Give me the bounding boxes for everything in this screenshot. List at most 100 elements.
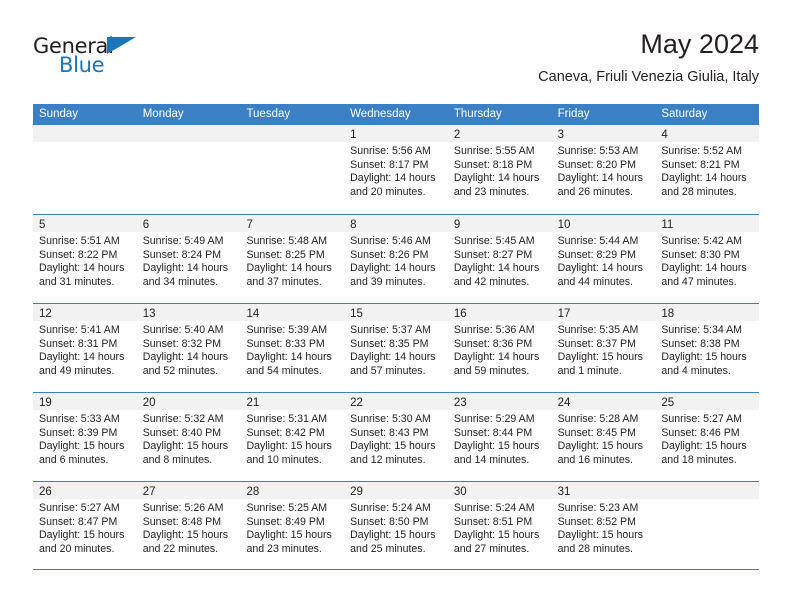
day-cell[interactable]: 28 Sunrise: 5:25 AM Sunset: 8:49 PM Dayl… xyxy=(240,482,345,569)
day-cell[interactable]: 31 Sunrise: 5:23 AM Sunset: 8:52 PM Dayl… xyxy=(551,482,656,569)
day-number: 10 xyxy=(557,219,571,231)
day-cell[interactable]: 14 Sunrise: 5:39 AM Sunset: 8:33 PM Dayl… xyxy=(240,304,345,392)
sunrise-text: Sunrise: 5:27 AM xyxy=(39,502,120,514)
day-cell[interactable]: 3 Sunrise: 5:53 AM Sunset: 8:20 PM Dayli… xyxy=(551,125,656,214)
sunset-text: Sunset: 8:29 PM xyxy=(557,248,636,261)
day-cell[interactable]: 24 Sunrise: 5:28 AM Sunset: 8:45 PM Dayl… xyxy=(551,393,656,481)
day-cell[interactable]: 6 Sunrise: 5:49 AM Sunset: 8:24 PM Dayli… xyxy=(136,215,241,303)
day-number-band: 30 xyxy=(447,482,552,499)
day-number-band: 19 xyxy=(33,393,137,410)
day-cell[interactable]: 17 Sunrise: 5:35 AM Sunset: 8:37 PM Dayl… xyxy=(551,304,656,392)
day-cell[interactable]: 25 Sunrise: 5:27 AM Sunset: 8:46 PM Dayl… xyxy=(655,393,760,481)
sunset-text: Sunset: 8:39 PM xyxy=(39,426,118,439)
day-number: 16 xyxy=(453,308,467,320)
day-cell[interactable]: 8 Sunrise: 5:46 AM Sunset: 8:26 PM Dayli… xyxy=(344,215,448,303)
sunset-text: Sunset: 8:32 PM xyxy=(142,337,222,350)
day-number-band: 1 xyxy=(344,125,448,142)
page-header: General Blue May 2024 Caneva, Friuli Ven… xyxy=(33,28,759,96)
day-number: 27 xyxy=(142,486,156,498)
day-number: 5 xyxy=(39,219,46,231)
day-details: Sunrise: 5:40 AM Sunset: 8:32 PM Dayligh… xyxy=(137,321,241,378)
sunset-text: Sunset: 8:24 PM xyxy=(142,248,222,261)
day-cell[interactable]: 10 Sunrise: 5:44 AM Sunset: 8:29 PM Dayl… xyxy=(551,215,656,303)
day-details: Sunrise: 5:56 AM Sunset: 8:17 PM Dayligh… xyxy=(344,142,448,199)
daylight-text-line1: Daylight: 14 hours xyxy=(142,262,229,275)
day-cell[interactable]: 7 Sunrise: 5:48 AM Sunset: 8:25 PM Dayli… xyxy=(240,215,345,303)
day-number: 29 xyxy=(350,486,363,498)
day-number-band: 25 xyxy=(655,393,760,410)
day-cell[interactable]: 23 Sunrise: 5:29 AM Sunset: 8:44 PM Dayl… xyxy=(447,393,552,481)
day-cell[interactable]: 21 Sunrise: 5:31 AM Sunset: 8:42 PM Dayl… xyxy=(240,393,345,481)
day-number-band: 20 xyxy=(136,393,241,410)
day-details xyxy=(240,142,344,145)
day-cell[interactable]: 18 Sunrise: 5:34 AM Sunset: 8:38 PM Dayl… xyxy=(655,304,760,392)
daylight-text-line2: and 31 minutes. xyxy=(39,275,115,288)
day-cell[interactable]: 29 Sunrise: 5:24 AM Sunset: 8:50 PM Dayl… xyxy=(344,482,448,569)
daylight-text-line1: Daylight: 15 hours xyxy=(453,529,540,542)
daylight-text-line2: and 1 minute. xyxy=(557,364,622,377)
daylight-text-line2: and 20 minutes. xyxy=(350,185,426,198)
day-cell[interactable] xyxy=(33,125,137,214)
sunrise-text: Sunrise: 5:25 AM xyxy=(246,502,328,514)
weekday-header-friday: Friday xyxy=(557,108,590,120)
sunrise-text: Sunrise: 5:27 AM xyxy=(661,413,742,425)
day-cell[interactable]: 2 Sunrise: 5:55 AM Sunset: 8:18 PM Dayli… xyxy=(447,125,552,214)
day-number-band xyxy=(33,125,137,142)
sunrise-text: Sunrise: 5:49 AM xyxy=(142,235,224,247)
day-cell[interactable]: 20 Sunrise: 5:32 AM Sunset: 8:40 PM Dayl… xyxy=(136,393,241,481)
sunrise-text: Sunrise: 5:30 AM xyxy=(350,413,431,425)
day-number-band: 10 xyxy=(551,215,656,232)
sunrise-text: Sunrise: 5:24 AM xyxy=(350,502,431,514)
sunrise-text: Sunrise: 5:29 AM xyxy=(453,413,535,425)
day-cell[interactable] xyxy=(136,125,241,214)
day-number: 3 xyxy=(557,129,564,141)
day-number-band: 8 xyxy=(344,215,448,232)
day-details: Sunrise: 5:30 AM Sunset: 8:43 PM Dayligh… xyxy=(344,410,448,467)
day-cell[interactable]: 27 Sunrise: 5:26 AM Sunset: 8:48 PM Dayl… xyxy=(136,482,241,569)
sunrise-text: Sunrise: 5:31 AM xyxy=(246,413,328,425)
day-cell[interactable]: 16 Sunrise: 5:36 AM Sunset: 8:36 PM Dayl… xyxy=(447,304,552,392)
day-cell[interactable]: 11 Sunrise: 5:42 AM Sunset: 8:30 PM Dayl… xyxy=(655,215,760,303)
day-cell[interactable]: 13 Sunrise: 5:40 AM Sunset: 8:32 PM Dayl… xyxy=(136,304,241,392)
sunrise-text: Sunrise: 5:52 AM xyxy=(661,145,742,157)
day-number-band: 9 xyxy=(447,215,552,232)
general-blue-logo[interactable]: General Blue xyxy=(33,34,153,80)
daylight-text-line1: Daylight: 14 hours xyxy=(661,172,747,185)
sunset-text: Sunset: 8:47 PM xyxy=(39,515,118,528)
day-cell[interactable]: 15 Sunrise: 5:37 AM Sunset: 8:35 PM Dayl… xyxy=(344,304,448,392)
day-cell[interactable]: 4 Sunrise: 5:52 AM Sunset: 8:21 PM Dayli… xyxy=(655,125,760,214)
day-cell[interactable]: 1 Sunrise: 5:56 AM Sunset: 8:17 PM Dayli… xyxy=(344,125,448,214)
logo-text-blue: Blue xyxy=(59,53,105,77)
daylight-text-line2: and 37 minutes. xyxy=(246,275,322,288)
daylight-text-line2: and 12 minutes. xyxy=(350,453,426,466)
day-cell[interactable] xyxy=(655,482,760,569)
sunset-text: Sunset: 8:36 PM xyxy=(453,337,533,350)
calendar-page: General Blue May 2024 Caneva, Friuli Ven… xyxy=(0,0,792,612)
day-cell[interactable]: 9 Sunrise: 5:45 AM Sunset: 8:27 PM Dayli… xyxy=(447,215,552,303)
daylight-text-line2: and 52 minutes. xyxy=(142,364,219,377)
daylight-text-line2: and 27 minutes. xyxy=(453,542,530,555)
daylight-text-line1: Daylight: 15 hours xyxy=(39,440,125,453)
sunrise-text: Sunrise: 5:51 AM xyxy=(39,235,120,247)
sunrise-text: Sunrise: 5:32 AM xyxy=(142,413,224,425)
sunrise-text: Sunrise: 5:46 AM xyxy=(350,235,431,247)
day-number: 13 xyxy=(142,308,156,320)
sunrise-text: Sunrise: 5:39 AM xyxy=(246,324,328,336)
page-title: May 2024 xyxy=(640,29,759,59)
day-cell[interactable] xyxy=(240,125,345,214)
daylight-text-line1: Daylight: 15 hours xyxy=(39,529,125,542)
day-details: Sunrise: 5:32 AM Sunset: 8:40 PM Dayligh… xyxy=(137,410,241,467)
sunset-text: Sunset: 8:51 PM xyxy=(453,515,533,528)
day-cell[interactable]: 30 Sunrise: 5:24 AM Sunset: 8:51 PM Dayl… xyxy=(447,482,552,569)
day-cell[interactable]: 5 Sunrise: 5:51 AM Sunset: 8:22 PM Dayli… xyxy=(33,215,137,303)
day-cell[interactable]: 22 Sunrise: 5:30 AM Sunset: 8:43 PM Dayl… xyxy=(344,393,448,481)
daylight-text-line1: Daylight: 14 hours xyxy=(557,172,643,185)
daylight-text-line1: Daylight: 14 hours xyxy=(350,262,436,275)
day-details: Sunrise: 5:45 AM Sunset: 8:27 PM Dayligh… xyxy=(448,232,552,289)
day-number: 17 xyxy=(557,308,571,320)
sunrise-text: Sunrise: 5:44 AM xyxy=(557,235,639,247)
daylight-text-line1: Daylight: 15 hours xyxy=(246,529,332,542)
day-cell[interactable]: 19 Sunrise: 5:33 AM Sunset: 8:39 PM Dayl… xyxy=(33,393,137,481)
day-cell[interactable]: 26 Sunrise: 5:27 AM Sunset: 8:47 PM Dayl… xyxy=(33,482,137,569)
day-cell[interactable]: 12 Sunrise: 5:41 AM Sunset: 8:31 PM Dayl… xyxy=(33,304,137,392)
